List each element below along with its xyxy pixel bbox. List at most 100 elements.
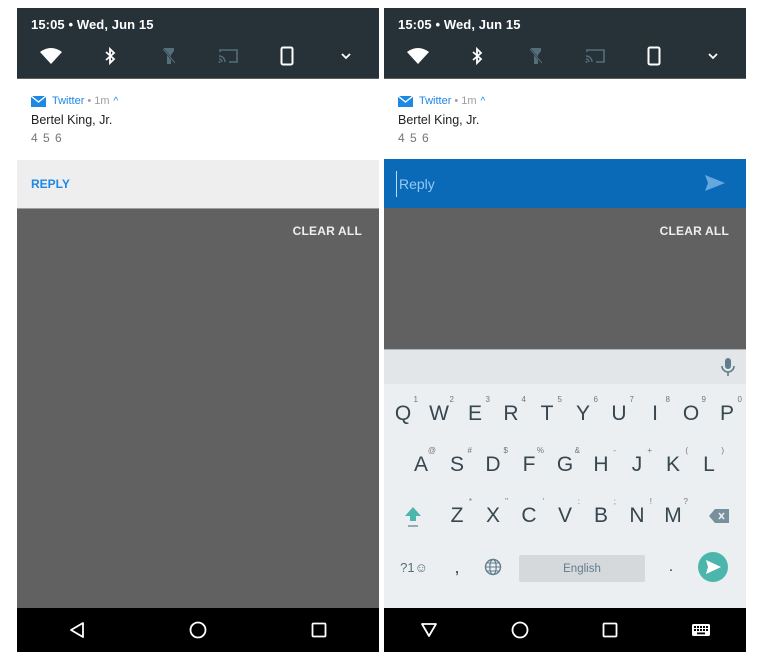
key-u[interactable]: U7 — [602, 394, 636, 434]
comma-key[interactable]: , — [440, 547, 474, 587]
home-icon — [511, 621, 529, 639]
voice-input-button[interactable] — [720, 357, 736, 377]
key-p[interactable]: P0 — [710, 394, 744, 434]
period-key[interactable]: . — [654, 547, 688, 587]
back-icon — [70, 622, 85, 638]
key-a[interactable]: A @ — [404, 445, 438, 485]
navigation-bar — [384, 608, 746, 652]
wifi-icon[interactable] — [403, 44, 433, 68]
key-s[interactable]: S # — [440, 445, 474, 485]
key-k[interactable]: K( — [656, 445, 690, 485]
cast-icon[interactable] — [580, 44, 610, 68]
key-o[interactable]: O9 — [674, 394, 708, 434]
key-hint: ; — [613, 497, 616, 506]
key-label: F — [522, 453, 536, 476]
keyboard-row-2: A @ S # D $ F% G & H - J + K(L) — [384, 445, 746, 485]
key-label: X — [485, 504, 500, 527]
collapse-chevron-icon[interactable]: ^ — [114, 96, 119, 107]
key-i[interactable]: I8 — [638, 394, 672, 434]
key-q[interactable]: Q1 — [386, 394, 420, 434]
flashlight-icon[interactable] — [154, 44, 184, 68]
reply-input[interactable] — [396, 171, 681, 197]
key-l[interactable]: L) — [692, 445, 726, 485]
key-t[interactable]: T5 — [530, 394, 564, 434]
bluetooth-icon[interactable] — [95, 44, 125, 68]
key-d[interactable]: D $ — [476, 445, 510, 485]
spacebar[interactable]: English — [519, 555, 645, 582]
notification-app-name: Twitter — [419, 95, 452, 107]
key-h[interactable]: H- — [584, 445, 618, 485]
home-button[interactable] — [178, 610, 218, 650]
notification-separator: • — [87, 95, 92, 107]
key-n[interactable]: N! — [620, 496, 654, 536]
wifi-icon[interactable] — [36, 44, 66, 68]
twitter-notification[interactable]: Twitter • 1m ^ Bertel King, Jr. 4 5 6 — [384, 79, 746, 160]
key-g[interactable]: G & — [548, 445, 582, 485]
auto-rotate-icon[interactable] — [272, 44, 302, 68]
microphone-icon — [721, 358, 735, 376]
reply-button[interactable]: REPLY — [31, 177, 70, 191]
key-label: O — [682, 402, 700, 425]
key-label: T — [540, 402, 554, 425]
key-z[interactable]: Z * — [440, 496, 474, 536]
back-button[interactable] — [57, 610, 97, 650]
notification-title: Bertel King, Jr. — [31, 113, 113, 127]
key-f[interactable]: F% — [512, 445, 546, 485]
twitter-notification[interactable]: Twitter • 1m ^ Bertel King, Jr. 4 5 6 — [17, 79, 379, 160]
shift-icon — [405, 507, 421, 527]
notification-body: 4 5 6 — [398, 131, 430, 145]
key-label: Q — [394, 402, 412, 425]
key-v[interactable]: V: — [548, 496, 582, 536]
keyboard-switch-button[interactable] — [681, 610, 721, 650]
key-label: S — [449, 453, 464, 476]
bluetooth-icon[interactable] — [462, 44, 492, 68]
keyboard-row-1: Q1W2E3R4T5Y6U7I8O9P0 — [384, 394, 746, 434]
notification-time: 1m — [94, 95, 110, 107]
expand-chevron-icon[interactable] — [331, 44, 361, 68]
recents-button[interactable] — [590, 610, 630, 650]
flashlight-icon[interactable] — [521, 44, 551, 68]
auto-rotate-icon[interactable] — [639, 44, 669, 68]
keyboard-row-3: Z * X " C ' V: B; N! M? — [384, 496, 746, 536]
key-x[interactable]: X " — [476, 496, 510, 536]
send-icon — [698, 552, 728, 582]
back-button[interactable] — [409, 610, 449, 650]
key-w[interactable]: W2 — [422, 394, 456, 434]
symbols-key[interactable]: ?1☺ — [394, 547, 434, 587]
key-hint: & — [574, 446, 580, 455]
recents-icon — [311, 622, 327, 638]
notification-shade-collapsed: 15:05 • Wed, Jun 15 Twitter • 1m ^ Berte… — [17, 8, 379, 652]
key-hint: * — [468, 497, 472, 506]
notification-app-name: Twitter — [52, 95, 85, 107]
key-label: C — [521, 504, 537, 527]
collapse-chevron-icon[interactable]: ^ — [481, 96, 486, 107]
quick-settings-header: 15:05 • Wed, Jun 15 — [17, 8, 379, 78]
expand-chevron-icon[interactable] — [698, 44, 728, 68]
key-label: J — [631, 453, 643, 476]
key-c[interactable]: C ' — [512, 496, 546, 536]
key-m[interactable]: M? — [656, 496, 690, 536]
shift-key[interactable] — [396, 496, 430, 536]
key-label: Y — [575, 402, 590, 425]
clear-all-button[interactable]: CLEAR ALL — [293, 224, 362, 238]
key-y[interactable]: Y6 — [566, 394, 600, 434]
key-hint: ? — [683, 497, 688, 506]
key-j[interactable]: J + — [620, 445, 654, 485]
recents-button[interactable] — [299, 610, 339, 650]
notification-title: Bertel King, Jr. — [398, 113, 480, 127]
key-label: M — [664, 504, 682, 527]
key-r[interactable]: R4 — [494, 394, 528, 434]
status-datetime: 15:05 • Wed, Jun 15 — [398, 17, 521, 32]
language-key[interactable] — [476, 547, 510, 587]
keyboard-icon — [691, 624, 710, 636]
key-label: Z — [450, 504, 464, 527]
backspace-key[interactable] — [702, 496, 736, 536]
home-button[interactable] — [500, 610, 540, 650]
key-b[interactable]: B; — [584, 496, 618, 536]
send-reply-button[interactable] — [704, 173, 726, 193]
clear-all-button[interactable]: CLEAR ALL — [660, 224, 729, 238]
key-e[interactable]: E3 — [458, 394, 492, 434]
cast-icon[interactable] — [213, 44, 243, 68]
key-label: P — [719, 402, 734, 425]
send-key[interactable] — [696, 547, 730, 587]
